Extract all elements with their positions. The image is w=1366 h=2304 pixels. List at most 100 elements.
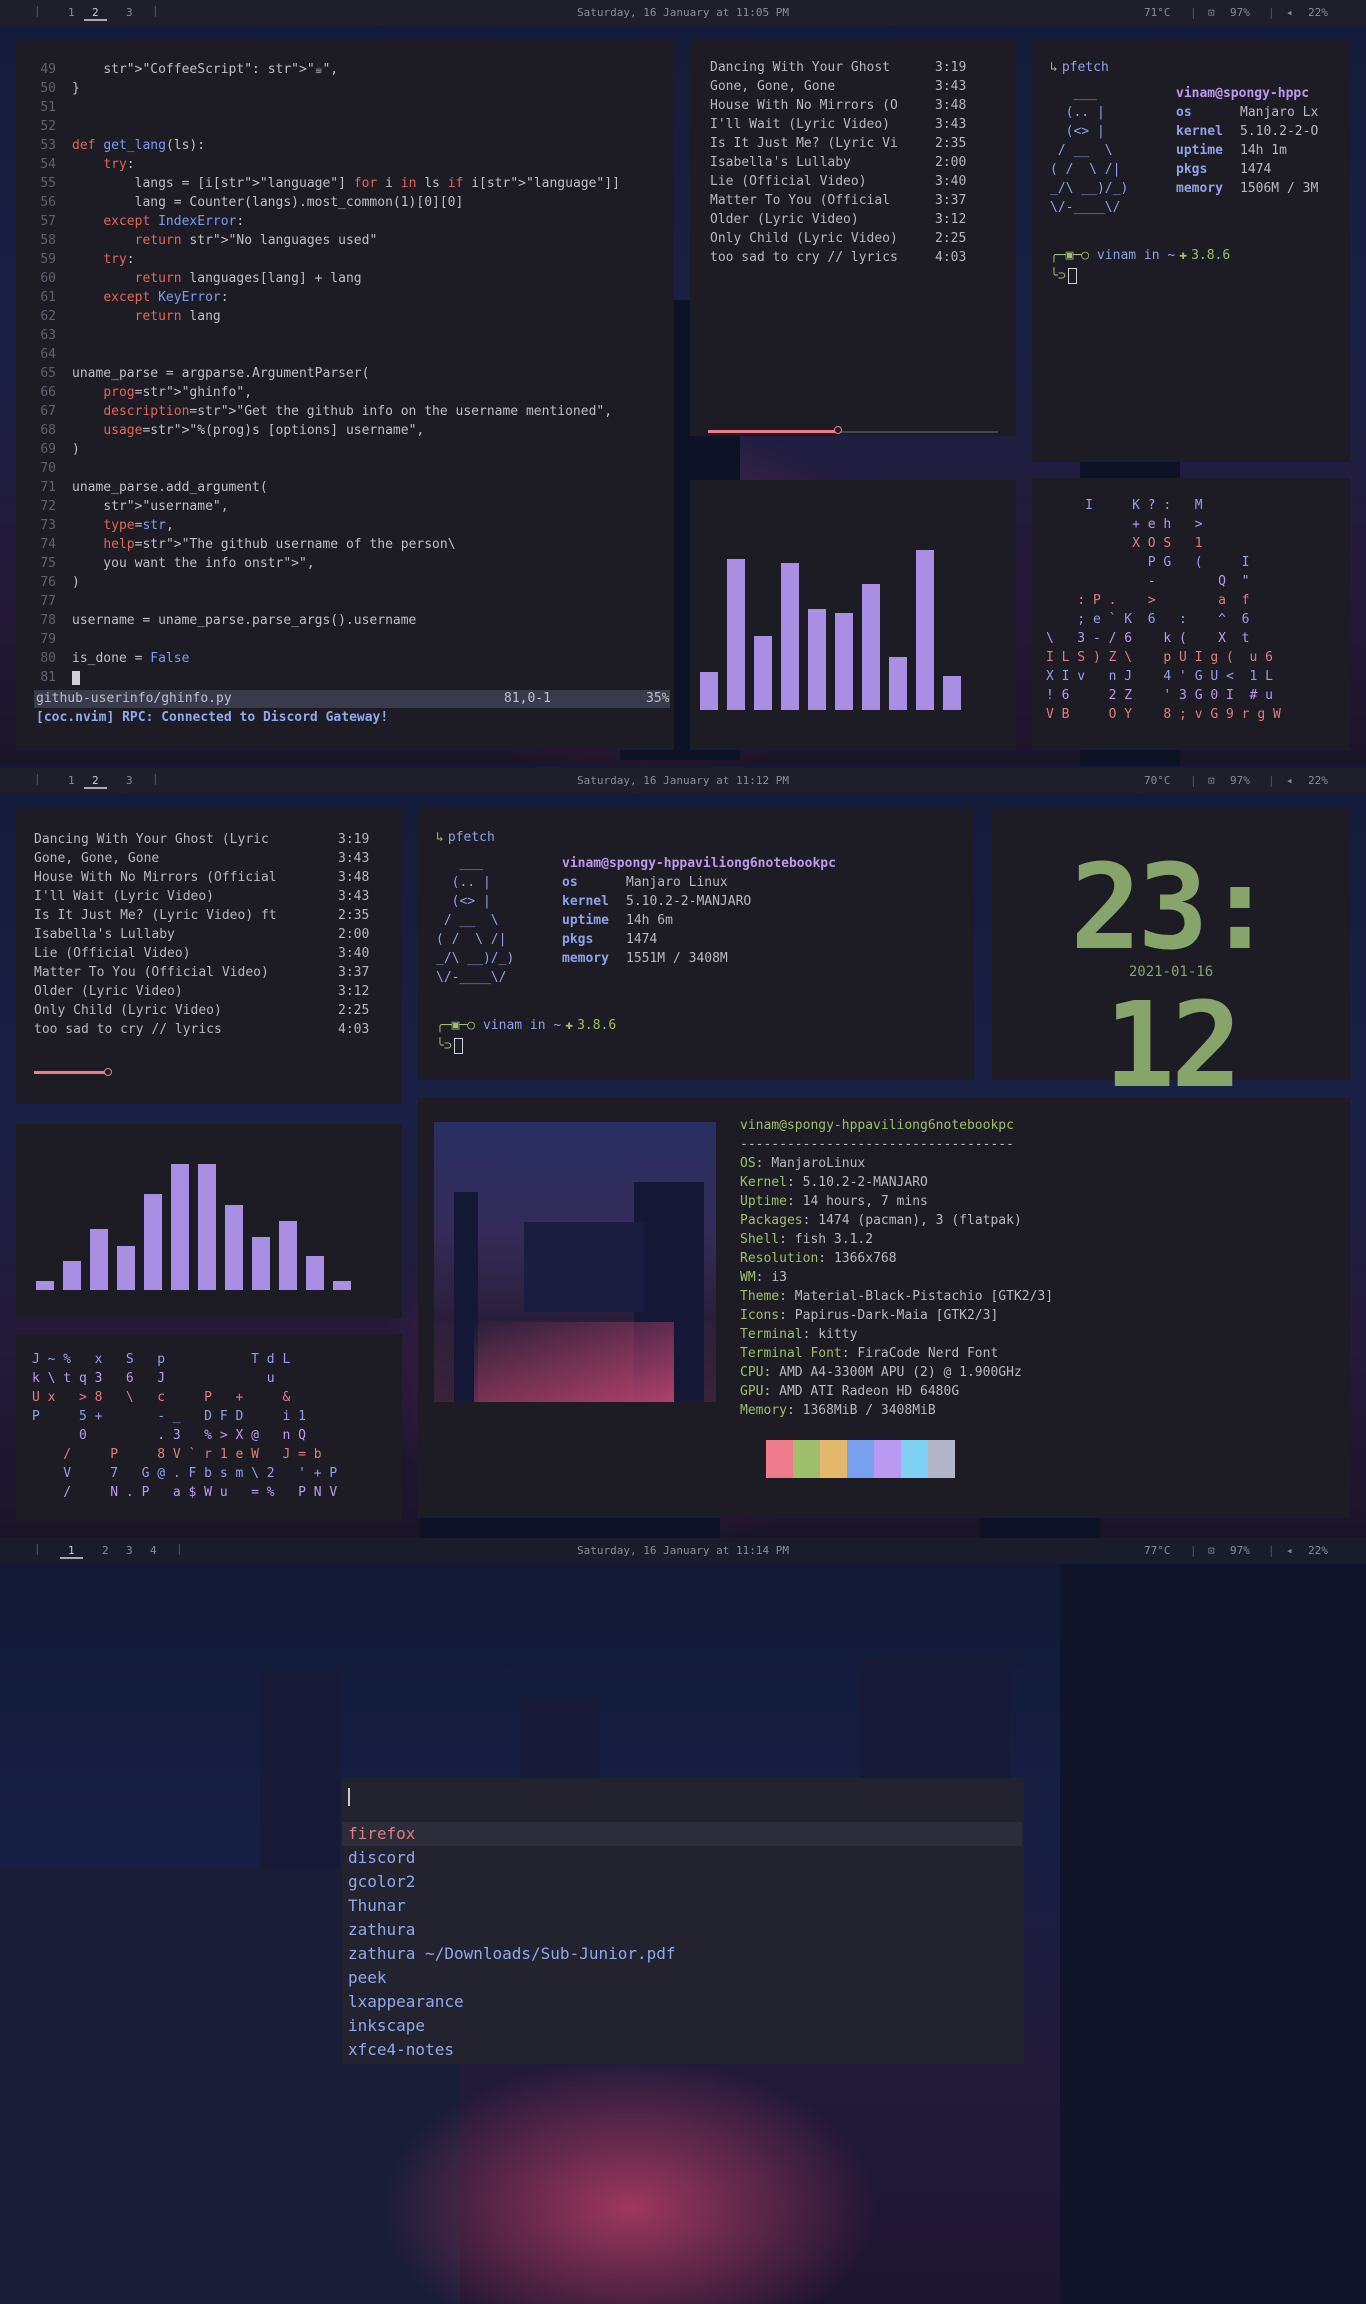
pfetch-terminal-2[interactable]: ↳ pfetch ___ (.. | (<> | / __ \ ( / \ /| _/… bbox=[418, 808, 974, 1080]
line-number: 64 bbox=[40, 347, 56, 362]
ascii-line: ___ bbox=[436, 856, 483, 871]
rain-line: V B O Y 8 ; v G 9 r g W bbox=[1046, 707, 1281, 722]
track-title: I'll Wait (Lyric Video) bbox=[710, 117, 891, 132]
code-line: 65 uname_parse = argparse.ArgumentParser( bbox=[20, 366, 369, 385]
palette-swatch bbox=[820, 1440, 847, 1478]
temperature-text: 77°C bbox=[1144, 1544, 1171, 1557]
neofetch-value: 1474 (pacman), 3 (flatpak) bbox=[818, 1213, 1022, 1228]
playlist-item[interactable]: Is It Just Me? (Lyric Video) ft 2:35 bbox=[34, 908, 374, 927]
launcher-item[interactable]: Thunar bbox=[342, 1894, 1022, 1918]
launcher-item[interactable]: inkscape bbox=[342, 2014, 1022, 2038]
pfetch-value: 14h 1m bbox=[1240, 143, 1287, 158]
shell-prompt[interactable]: ╭─▣─○ vinam in ~ ✚ 3.8.6 bbox=[1050, 248, 1230, 263]
playlist-item[interactable]: too sad to cry // lyrics 4:03 bbox=[34, 1022, 374, 1041]
launcher-item[interactable]: zathura bbox=[342, 1918, 1022, 1942]
pfetch-label: uptime bbox=[562, 913, 609, 928]
playlist-item[interactable]: Lie (Official Video) 3:40 bbox=[710, 174, 1000, 193]
playlist-item[interactable]: Only Child (Lyric Video) 2:25 bbox=[710, 231, 1000, 250]
track-duration: 2:00 bbox=[935, 155, 967, 170]
volume-icon: ◂ bbox=[1286, 774, 1293, 787]
app-launcher[interactable]: firefox discord gcolor2 Thunar zathura zathur… bbox=[342, 1778, 1024, 2064]
track-duration: 3:12 bbox=[935, 212, 967, 227]
line-number: 79 bbox=[40, 632, 56, 647]
playlist-1[interactable]: Dancing With Your Ghost 3:19 Gone, Gone, G… bbox=[710, 60, 1000, 280]
music-player-2[interactable]: Dancing With Your Ghost (Lyric 3:19 Gone, … bbox=[16, 808, 402, 1104]
manjaro-ascii-logo: ___ (.. | (<> | / __ \ ( / \ /| _/\ __)/_)… bbox=[1050, 84, 1128, 217]
launcher-item[interactable]: discord bbox=[342, 1846, 1022, 1870]
visualizer-bar bbox=[727, 559, 745, 710]
vim-message: [coc.nvim] RPC: Connected to Discord Gat… bbox=[36, 710, 389, 725]
track-title: I'll Wait (Lyric Video) bbox=[34, 889, 215, 904]
playlist-item[interactable]: I'll Wait (Lyric Video) 3:43 bbox=[710, 117, 1000, 136]
ascii-line: \/-____\/ bbox=[436, 970, 507, 985]
code-line: 63 bbox=[20, 328, 72, 347]
playlist-item[interactable]: Isabella's Lullaby 2:00 bbox=[710, 155, 1000, 174]
shell-prompt[interactable]: ╭─▣─○ vinam in ~ ✚ 3.8.6 bbox=[436, 1018, 616, 1033]
palette-swatch bbox=[793, 1440, 820, 1478]
vim-statusline: github-userinfo/ghinfo.py 81,0-1 35% bbox=[34, 690, 670, 708]
text-cursor bbox=[453, 1038, 463, 1054]
code-line: 75 you want the info onstr">", bbox=[20, 556, 314, 575]
pfetch-cmd: pfetch bbox=[1061, 60, 1109, 75]
launcher-item[interactable]: xfce4-notes bbox=[342, 2038, 1022, 2062]
track-title: too sad to cry // lyrics bbox=[710, 250, 898, 265]
visualizer-bar bbox=[198, 1164, 216, 1290]
pfetch-row-pkgs: pkgs 1474 bbox=[1176, 160, 1318, 179]
playlist-item[interactable]: Older (Lyric Video) 3:12 bbox=[710, 212, 1000, 231]
playlist-item[interactable]: Older (Lyric Video) 3:12 bbox=[34, 984, 374, 1003]
launcher-item[interactable]: peek bbox=[342, 1966, 1022, 1990]
playlist-2[interactable]: Dancing With Your Ghost (Lyric 3:19 Gone, … bbox=[34, 832, 374, 1052]
neofetch-colon: : bbox=[786, 1175, 803, 1190]
launcher-item[interactable]: lxappearance bbox=[342, 1990, 1022, 2014]
playlist-item[interactable]: Gone, Gone, Gone 3:43 bbox=[710, 79, 1000, 98]
shell-input[interactable]: ╰⊃ bbox=[436, 1038, 463, 1054]
pfetch-row-memory: memory 1506M / 3M bbox=[1176, 179, 1318, 198]
playlist-item[interactable]: Matter To You (Official Video) 3:37 bbox=[34, 965, 374, 984]
playlist-item[interactable]: House With No Mirrors (O 3:48 bbox=[710, 98, 1000, 117]
neofetch-terminal[interactable]: vinam@spongy-hppaviliong6notebookpc -----… bbox=[418, 1098, 1350, 1518]
visualizer-panel-2 bbox=[16, 1124, 402, 1318]
playlist-item[interactable]: Dancing With Your Ghost 3:19 bbox=[710, 60, 1000, 79]
clock-date: 2021-01-16 bbox=[1128, 964, 1214, 980]
neofetch-key: WM bbox=[740, 1270, 756, 1285]
progress-fill-1 bbox=[708, 430, 838, 433]
progress-knob-1[interactable] bbox=[834, 426, 842, 434]
bar-separator: | bbox=[1190, 774, 1197, 787]
line-number: 67 bbox=[40, 404, 56, 419]
launcher-item[interactable]: zathura ~/Downloads/Sub-Junior.pdf bbox=[342, 1942, 1022, 1966]
bar-separator: | bbox=[1190, 6, 1197, 19]
pfetch-label: pkgs bbox=[1176, 162, 1208, 177]
playlist-item[interactable]: Isabella's Lullaby 2:00 bbox=[34, 927, 374, 946]
neofetch-colon: : bbox=[763, 1384, 780, 1399]
music-player-1[interactable]: Dancing With Your Ghost 3:19 Gone, Gone, G… bbox=[690, 40, 1016, 436]
playlist-item[interactable]: Lie (Official Video) 3:40 bbox=[34, 946, 374, 965]
visualizer-bar bbox=[171, 1164, 189, 1290]
playlist-item[interactable]: House With No Mirrors (Official 3:48 bbox=[34, 870, 374, 889]
clock-widget: 23: 12 2021-01-16 bbox=[992, 808, 1350, 1114]
launcher-results[interactable]: firefox discord gcolor2 Thunar zathura zathur… bbox=[342, 1822, 1024, 2062]
ascii-line: (<> | bbox=[436, 894, 491, 909]
shell-input[interactable]: ╰⊃ bbox=[1050, 268, 1077, 284]
launcher-item[interactable]: firefox bbox=[342, 1822, 1022, 1846]
code-line: 53 def get_lang(ls): bbox=[20, 138, 205, 157]
text-cursor bbox=[348, 1788, 350, 1806]
playlist-item[interactable]: Is It Just Me? (Lyric Vi 2:35 bbox=[710, 136, 1000, 155]
editor-window[interactable]: 49 str">"CoffeeScript": str">"☕", 50} 51 52… bbox=[16, 40, 674, 750]
playlist-item[interactable]: too sad to cry // lyrics 4:03 bbox=[710, 250, 1000, 269]
progress-knob-2[interactable] bbox=[104, 1068, 112, 1076]
code-line: 74 help=str">"The github username of the… bbox=[20, 537, 455, 556]
playlist-item[interactable]: Dancing With Your Ghost (Lyric 3:19 bbox=[34, 832, 374, 851]
launcher-input[interactable] bbox=[348, 1784, 1018, 1810]
playlist-item[interactable]: Matter To You (Official 3:37 bbox=[710, 193, 1000, 212]
code-area[interactable]: 49 str">"CoffeeScript": str">"☕", 50} 51 52… bbox=[20, 62, 670, 702]
launcher-item[interactable]: gcolor2 bbox=[342, 1870, 1022, 1894]
code-line: 72 str">"username", bbox=[20, 499, 228, 518]
pfetch-info: vinam@spongy-hppc os Manjaro Lx kernel 5.10.… bbox=[1176, 84, 1318, 198]
code-line: 69) bbox=[20, 442, 79, 461]
playlist-item[interactable]: I'll Wait (Lyric Video) 3:43 bbox=[34, 889, 374, 908]
playlist-item[interactable]: Only Child (Lyric Video) 2:25 bbox=[34, 1003, 374, 1022]
pfetch-label: os bbox=[1176, 105, 1192, 120]
track-duration: 3:43 bbox=[338, 889, 370, 904]
pfetch-terminal-1[interactable]: ↳ pfetch ___ (.. | (<> | / __ \ ( / \ /| _/… bbox=[1032, 40, 1350, 462]
playlist-item[interactable]: Gone, Gone, Gone 3:43 bbox=[34, 851, 374, 870]
